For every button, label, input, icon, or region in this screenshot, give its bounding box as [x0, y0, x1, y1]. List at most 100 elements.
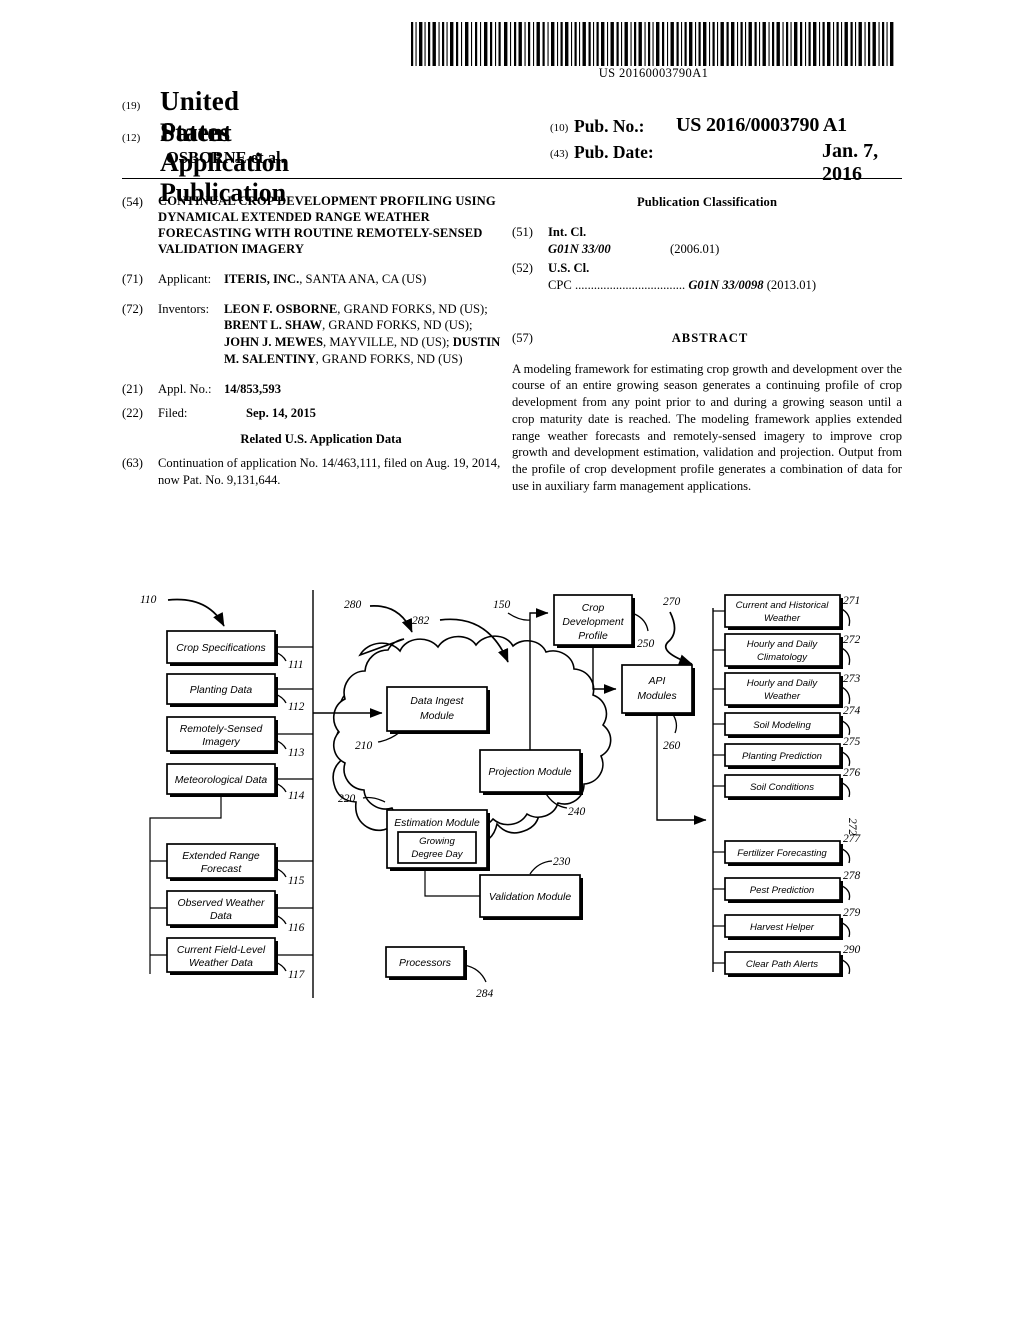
patent-front-page: US 20160003790A1 (19) United States (12)…: [0, 0, 1024, 1320]
ref-lead-270: [664, 611, 693, 665]
input-label-2b: Imagery: [202, 737, 240, 748]
inventors-value: LEON F. OSBORNE, GRAND FORKS, ND (US); B…: [224, 301, 502, 368]
continuation-field: (63) Continuation of application No. 14/…: [122, 455, 502, 489]
appl-no-field: (21) Appl. No.: 14/853,593: [122, 381, 502, 398]
inventors-label: Inventors:: [158, 301, 210, 316]
continuation-text: Continuation of application No. 14/463,1…: [158, 456, 501, 488]
ref-lead-284: [463, 964, 487, 983]
ref-273: 273: [843, 673, 861, 685]
ref-240: 240: [568, 806, 586, 818]
inventor-address: , MAYVILLE, ND (US);: [323, 335, 453, 350]
field-code-51: (51): [512, 224, 533, 239]
module-data-ingest[interactable]: [386, 686, 488, 732]
field-code-71: (71): [122, 271, 143, 286]
inventor-name: LEON F. OSBORNE: [224, 301, 338, 316]
api-label-b: Modules: [637, 691, 676, 702]
invention-title: CONTINUAL CROP DEVELOPMENT PROFILING USI…: [158, 194, 496, 256]
field-code-22: (22): [122, 406, 143, 421]
ref-272: 272: [843, 634, 861, 646]
filed-value: Sep. 14, 2015: [246, 406, 316, 421]
ref-275: 275: [843, 736, 861, 748]
output-label-2a: Hourly and Daily: [747, 678, 819, 689]
ref-lead-280: [369, 605, 413, 633]
input-label-5a: Observed Weather: [177, 898, 265, 909]
api-modules-box[interactable]: [621, 664, 693, 714]
ref-113: 113: [288, 747, 305, 759]
us-cl-label: U.S. Cl.: [548, 260, 590, 275]
input-label-6b: Weather Data: [189, 958, 253, 969]
ref-284: 284: [476, 988, 494, 1000]
ref-114: 114: [288, 790, 305, 802]
input-label-1: Planting Data: [190, 685, 253, 696]
ref-260: 260: [663, 740, 681, 752]
applicant-field: (71) Applicant: ITERIS, INC., SANTA ANA,…: [122, 271, 502, 288]
ref-112: 112: [288, 701, 305, 713]
ref-lead-110: [167, 598, 225, 627]
input-label-0: Crop Specifications: [176, 643, 266, 654]
pub-date-label: Pub. Date:: [574, 142, 654, 162]
ref-250: 250: [637, 638, 655, 650]
us-cl-field: (52) U.S. Cl.: [512, 260, 902, 277]
int-cl-version: (2006.01): [670, 242, 720, 257]
module-label-1: Estimation Module: [394, 818, 480, 829]
cpc-version: (2013.01): [766, 278, 817, 293]
ref-280: 280: [344, 599, 362, 611]
ref-290: 290: [843, 944, 861, 956]
applicant-value: ITERIS, INC., SANTA ANA, CA (US): [224, 271, 502, 288]
filed-field: (22) Filed: Sep. 14, 2015: [122, 405, 502, 422]
publication-classification-header: Publication Classification: [636, 195, 778, 209]
input-label-4a: Extended Range: [182, 851, 260, 862]
module-label-4: Projection Module: [488, 767, 571, 778]
estimation-to-validation: [424, 868, 480, 897]
cpc-dots: ...................................: [574, 278, 686, 293]
inventors-field: (72) Inventors: LEON F. OSBORNE, GRAND F…: [122, 301, 502, 368]
inventor-address: , GRAND FORKS, ND (US);: [337, 301, 488, 316]
output-label-4: Planting Prediction: [742, 751, 822, 762]
bibliographic-left-column: (54) CONTINUAL CROP DEVELOPMENT PROFILIN…: [122, 194, 502, 489]
abstract-header: ABSTRACT: [671, 331, 749, 346]
bibliographic-right-column: Publication Classification (51) Int. Cl.…: [512, 194, 902, 495]
int-cl-field: (51) Int. Cl.: [512, 224, 902, 241]
filed-label: Filed:: [158, 406, 188, 421]
inventor-address: , GRAND FORKS, ND (US);: [322, 318, 473, 333]
ref-277: 277: [843, 833, 862, 845]
field-code-21: (21): [122, 382, 143, 397]
masthead: (19) United States (12) Patent Applicati…: [122, 86, 902, 207]
pub-date-code: (43): [550, 148, 569, 160]
int-cl-label: Int. Cl.: [548, 224, 587, 239]
output-label-0a: Current and Historical: [736, 600, 830, 611]
applicant-name: ITERIS, INC.: [224, 271, 300, 286]
input-label-5b: Data: [210, 911, 232, 922]
field-code-63: (63): [122, 456, 143, 471]
output-label-9: Clear Path Alerts: [746, 959, 818, 970]
module-label-2a: Growing: [419, 836, 455, 847]
figure-diagram: Crop Specifications 111 Planting Data 11…: [0, 580, 1024, 1020]
pub-date-value: Jan. 7, 2016: [822, 140, 879, 185]
ref-230: 230: [553, 856, 571, 868]
ref-lead-150: [507, 612, 531, 621]
profile-to-api: [592, 645, 617, 694]
applicant-label: Applicant:: [158, 271, 212, 286]
ref-279: 279: [843, 907, 861, 919]
cpc-label: CPC: [548, 278, 572, 293]
authors-line: OSBORNE et al.: [166, 148, 285, 167]
header-divider: [122, 178, 902, 179]
ref-270: 270: [663, 596, 681, 608]
int-cl-symbol-row: G01N 33/00 (2006.01): [548, 241, 902, 258]
profile-label-a: Crop: [582, 603, 605, 614]
field-code-54: (54): [122, 195, 143, 209]
input-label-4b: Forecast: [201, 864, 243, 875]
ref-117: 117: [288, 969, 306, 981]
output-label-3: Soil Modeling: [753, 720, 811, 731]
ref-110: 110: [140, 594, 157, 606]
module-label-2b: Degree Day: [411, 849, 463, 860]
invention-title-field: (54) CONTINUAL CROP DEVELOPMENT PROFILIN…: [122, 194, 502, 258]
abstract-text: A modeling framework for estimating crop…: [512, 361, 902, 493]
abstract-header-row: (57) ABSTRACT: [512, 330, 902, 347]
barcode-number: US 20160003790A1: [598, 66, 709, 80]
related-app-data-header: Related U.S. Application Data: [240, 431, 402, 446]
pub-no-value: US 2016/0003790 A1: [676, 114, 847, 136]
output-label-5: Soil Conditions: [750, 782, 814, 793]
ref-220: 220: [338, 793, 356, 805]
module-label-5: Processors: [399, 958, 451, 969]
